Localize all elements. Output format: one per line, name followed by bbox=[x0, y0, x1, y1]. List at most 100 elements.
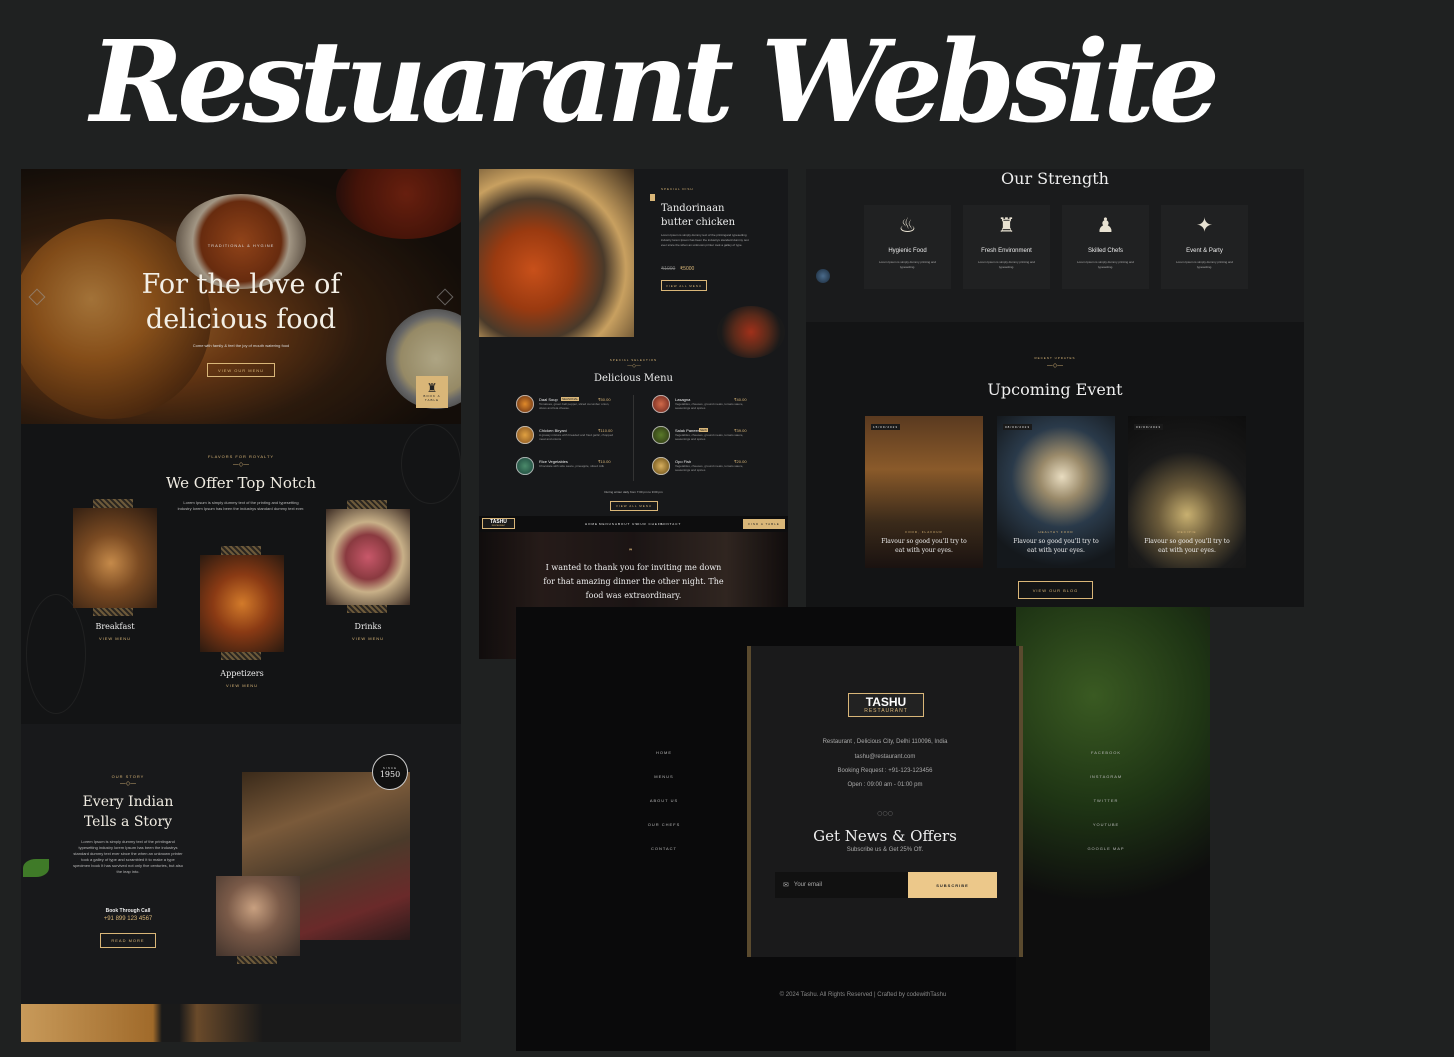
menu-divider-ornament: —◇— bbox=[627, 363, 641, 369]
nav-link-menus[interactable]: MENUS bbox=[599, 522, 615, 526]
appetizers-image bbox=[200, 555, 284, 652]
event-tag: HEALTHY FOOD bbox=[1038, 530, 1074, 534]
since-badge: SINCE 1950 bbox=[372, 754, 408, 790]
testimonial-quote-line1: I wanted to thank you for inviting me do… bbox=[545, 563, 722, 572]
footer-social-facebook[interactable]: FACEBOOK bbox=[1071, 750, 1141, 755]
drinks-label: Drinks bbox=[354, 622, 382, 631]
menu-item[interactable]: Lasagna ₹40.00 Vegetables, cheeses, grou… bbox=[652, 395, 752, 417]
story-phone[interactable]: +91 899 123 4567 bbox=[73, 916, 183, 922]
divider-ornament: —◇— bbox=[232, 461, 250, 468]
offer-title: We Offer Top Notch bbox=[165, 474, 317, 492]
footer-logo-sub: RESTAURANT bbox=[864, 708, 908, 714]
nav-link-about[interactable]: ABOUT US bbox=[615, 522, 638, 526]
story-description: Lorem Ipsum is simply dummy text of the … bbox=[73, 839, 183, 874]
testimonial-quote-line2: for that amazing dinner the other night.… bbox=[543, 577, 724, 586]
hero-title-line1: For the love of bbox=[141, 269, 341, 300]
menu-view-all-button[interactable]: VIEW ALL MENU bbox=[610, 501, 658, 511]
footer-link-about[interactable]: ABOUT US bbox=[633, 798, 695, 803]
drinks-image bbox=[326, 509, 410, 605]
footer-social-twitter[interactable]: TWITTER bbox=[1071, 798, 1141, 803]
event-party-icon: ✦ bbox=[1196, 213, 1213, 237]
nav-link-contact[interactable]: CONTACT bbox=[660, 522, 681, 526]
footer-booking: Booking Request : +91-123-123456 bbox=[837, 768, 933, 774]
events-eyebrow: RECENT UPDATES bbox=[1034, 356, 1076, 360]
strength-card-desc: Lorem Ipsum is simply dummy printing and… bbox=[878, 260, 937, 269]
footer-social-youtube[interactable]: YOUTUBE bbox=[1071, 822, 1141, 827]
hero-menu-button[interactable]: VIEW OUR MENU bbox=[207, 363, 275, 377]
special-price: ₹5000 bbox=[680, 266, 695, 272]
testimonial-quote-line3: food was extraordinary. bbox=[585, 591, 682, 600]
menu-item[interactable]: Salak Paneer NEW ₹39.00 Vegetables, chee… bbox=[652, 426, 752, 448]
special-view-menu-button[interactable]: VIEW ALL MENU bbox=[661, 280, 707, 291]
event-date: 15/09/2023 bbox=[871, 424, 901, 430]
basil-leaf-icon bbox=[23, 859, 49, 877]
hygienic-food-icon: ♨ bbox=[898, 213, 917, 237]
event-card[interactable]: 08/09/2023 HEALTHY FOOD Flavour so good … bbox=[997, 416, 1115, 568]
offer-section: FLAVORS FOR ROYALTY —◇— We Offer Top Not… bbox=[21, 424, 461, 724]
vegetables-background-image bbox=[1016, 607, 1210, 1051]
hero-eyebrow: TRADITIONAL & HYGINE bbox=[207, 243, 275, 248]
special-old-price: ₹1000 bbox=[661, 266, 676, 272]
menu-item[interactable]: Chicken Biryani ₹110.00 A greasy mixture… bbox=[516, 426, 616, 448]
menu-item-desc: Vegetables, cheeses, ground meats, tomat… bbox=[675, 433, 744, 441]
event-date: 08/09/2023 bbox=[1003, 424, 1033, 430]
hero-section: TRADITIONAL & HYGINE For the love of del… bbox=[21, 169, 461, 424]
story-divider-ornament: —◇— bbox=[119, 780, 137, 787]
event-text-line2: eat with your eyes. bbox=[895, 547, 953, 554]
navbar: TASHU RESTAURANT HOME MENUS ABOUT US OUR… bbox=[479, 516, 788, 532]
menu-item-desc: Chocolate with side sauce, pineapple, sl… bbox=[539, 464, 605, 468]
view-blog-button[interactable]: VIEW OUR BLOG bbox=[1018, 581, 1093, 599]
footer-social-google-map[interactable]: GOOGLE MAP bbox=[1071, 846, 1141, 851]
menu-column-divider bbox=[633, 395, 634, 481]
appetizers-view-menu-link[interactable]: VIEW MENU bbox=[200, 683, 284, 688]
fresh-environment-icon: ♜ bbox=[997, 213, 1016, 237]
menu-item-thumb bbox=[652, 457, 670, 475]
menu-item[interactable]: Daal Soup SEASONAL ₹50.00 Tomatoes, gree… bbox=[516, 395, 616, 417]
pepper-decoration-icon bbox=[816, 269, 830, 283]
navbar-logo[interactable]: TASHU RESTAURANT bbox=[482, 518, 515, 529]
story-title-line2: Tells a Story bbox=[83, 814, 173, 830]
breakfast-frame-bottom bbox=[93, 608, 133, 616]
find-table-button[interactable]: FIND A TABLE bbox=[743, 519, 785, 529]
footer-news-sub: Subscribe us & Get 25% Off. bbox=[846, 847, 924, 853]
footer-email[interactable]: tashu@restaurant.com bbox=[751, 754, 1019, 760]
footer-link-menus[interactable]: MENUS bbox=[633, 774, 695, 779]
bookmark-icon bbox=[650, 194, 655, 201]
footer-social-instagram[interactable]: INSTAGRAM bbox=[1071, 774, 1141, 779]
chef-icon: ♟ bbox=[1096, 213, 1115, 237]
drinks-view-menu-link[interactable]: VIEW MENU bbox=[326, 636, 410, 641]
breakfast-image bbox=[73, 508, 157, 608]
menu-item-desc: Vegetables, cheeses, ground meats, tomat… bbox=[675, 464, 744, 472]
special-eyebrow: SPECIAL DISH bbox=[661, 187, 694, 191]
subscribe-button[interactable]: SUBSCRIBE bbox=[908, 872, 997, 898]
menu-title: Delicious Menu bbox=[594, 373, 673, 384]
event-card[interactable]: 03/09/2023 RECIPIE Flavour so good you'l… bbox=[1128, 416, 1246, 568]
panel-about-page: Our Strength ♨ Hygienic Food Lorem Ipsum… bbox=[806, 169, 1304, 607]
hero-title-line2: delicious food bbox=[145, 304, 337, 335]
event-text-line1: Flavour so good you'll try to bbox=[1144, 538, 1230, 545]
book-table-button[interactable]: ♜ BOOK A TABLE bbox=[416, 376, 448, 408]
story-title-line1: Every Indian bbox=[82, 794, 174, 810]
event-text-line2: eat with your eyes. bbox=[1027, 547, 1085, 554]
footer-link-chefs[interactable]: OUR CHEFS bbox=[633, 822, 695, 827]
menu-item[interactable]: Rice Vegetables ₹10.00 Chocolate with si… bbox=[516, 457, 616, 479]
story-eyebrow: OUR STORY bbox=[111, 774, 145, 779]
story-read-more-button[interactable]: READ MORE bbox=[100, 933, 156, 948]
menu-item-desc: A greasy mixture with breaded and fried … bbox=[539, 433, 614, 441]
footer-copyright: © 2024 Tashu. All Rights Reserved | Craf… bbox=[779, 992, 947, 998]
email-placeholder: Your email bbox=[793, 882, 823, 888]
strength-title: Our Strength bbox=[1001, 169, 1109, 188]
event-card[interactable]: 15/09/2023 FOOD, FLAVOUR Flavour so good… bbox=[865, 416, 983, 568]
footer-link-contact[interactable]: CONTACT bbox=[633, 846, 695, 851]
strength-card-desc: Lorem Ipsum is simply dummy printing and… bbox=[1076, 260, 1135, 269]
kebab-plate-image bbox=[717, 306, 785, 358]
strength-card-label: Fresh Environment bbox=[981, 248, 1032, 254]
footer-email-input[interactable]: ✉ Your email bbox=[775, 872, 908, 898]
nav-link-home[interactable]: HOME bbox=[585, 522, 598, 526]
footer-link-home[interactable]: HOME bbox=[633, 750, 695, 755]
breakfast-view-menu-link[interactable]: VIEW MENU bbox=[73, 636, 157, 641]
footer-divider-ornament: ○○○ bbox=[877, 810, 893, 817]
menu-item[interactable]: Opo Fish ₹20.00 Vegetables, cheeses, gro… bbox=[652, 457, 752, 479]
footer-logo[interactable]: TASHU RESTAURANT bbox=[848, 693, 924, 717]
hero-subtitle: Come with family & feel the joy of mouth… bbox=[192, 343, 290, 348]
